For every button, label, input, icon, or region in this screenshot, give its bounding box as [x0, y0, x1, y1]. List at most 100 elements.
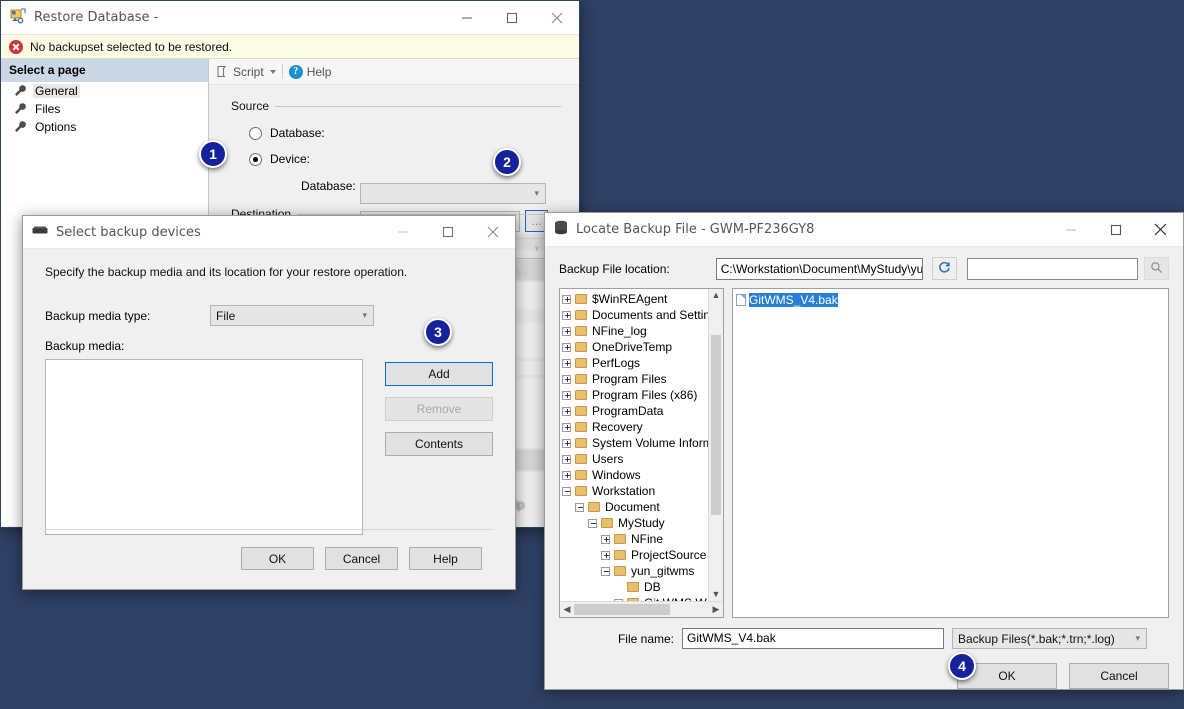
tree-node[interactable]: MyStudy: [562, 515, 708, 531]
tree-node[interactable]: Program Files (x86): [562, 387, 708, 403]
tree-node[interactable]: Program Files: [562, 371, 708, 387]
tree-node[interactable]: OneDriveTemp: [562, 339, 708, 355]
ok-button[interactable]: OK: [241, 547, 314, 570]
minimize-button[interactable]: [1048, 213, 1093, 246]
search-button[interactable]: [1144, 257, 1169, 280]
tree-node-label: PerfLogs: [592, 356, 641, 370]
tree-horizontal-scrollbar[interactable]: ◀ ▶: [560, 601, 723, 617]
file-filter-combo[interactable]: Backup Files(*.bak;*.trn;*.log) ▾: [952, 628, 1147, 649]
refresh-button[interactable]: [932, 257, 958, 280]
scroll-thumb[interactable]: [574, 604, 670, 615]
expand-icon[interactable]: [562, 454, 571, 464]
script-button[interactable]: Script: [215, 65, 264, 79]
search-input[interactable]: [967, 257, 1139, 280]
file-list-item[interactable]: GitWMS_V4.bak: [736, 292, 1165, 307]
toolbar-divider: [281, 64, 283, 79]
contents-button[interactable]: Contents: [385, 432, 493, 456]
tree-node[interactable]: yun_gitwms: [562, 563, 708, 579]
scroll-right-icon[interactable]: ▶: [709, 604, 723, 615]
wrench-icon: [13, 84, 27, 98]
tree-node[interactable]: $WinREAgent: [562, 291, 708, 307]
tree-node[interactable]: System Volume Inform: [562, 435, 708, 451]
expand-icon[interactable]: [601, 534, 610, 544]
source-database-row[interactable]: Database:: [231, 126, 561, 140]
folder-tree[interactable]: $WinREAgent Documents and Settin NFine_log…: [560, 289, 708, 601]
locate-backup-file-titlebar[interactable]: Locate Backup File - GWM-PF236GY8: [545, 213, 1183, 247]
source-group: Source Database: Device: Database:: [231, 99, 561, 193]
tree-node[interactable]: Workstation: [562, 483, 708, 499]
cancel-button[interactable]: Cancel: [1069, 663, 1169, 689]
group-divider: [275, 105, 561, 107]
file-name-input[interactable]: GitWMS_V4.bak: [682, 628, 944, 649]
tree-node[interactable]: DB: [562, 579, 708, 595]
scroll-down-icon[interactable]: ▼: [712, 588, 721, 601]
collapse-icon[interactable]: [562, 486, 571, 496]
scroll-up-icon[interactable]: ▲: [712, 289, 721, 302]
chevron-down-icon: ▾: [1135, 633, 1140, 643]
tree-node-label: DB: [644, 580, 661, 594]
folder-icon: [575, 310, 587, 320]
add-button[interactable]: Add: [385, 362, 493, 386]
help-button-label: Help: [433, 551, 458, 566]
tree-node-label: Program Files: [592, 372, 667, 386]
expand-icon[interactable]: [562, 358, 571, 368]
collapse-icon[interactable]: [575, 502, 584, 512]
restore-database-titlebar[interactable]: Restore Database -: [1, 1, 579, 35]
tree-node[interactable]: Users: [562, 451, 708, 467]
close-button[interactable]: [534, 1, 579, 34]
close-button[interactable]: [470, 216, 515, 249]
minimize-button[interactable]: [444, 1, 489, 34]
tree-vertical-scrollbar[interactable]: ▲ ▼: [708, 289, 723, 601]
maximize-button[interactable]: [425, 216, 470, 249]
sidebar-item-options-label: Options: [35, 120, 77, 134]
backup-media-label: Backup media:: [45, 339, 125, 353]
tree-node[interactable]: Windows: [562, 467, 708, 483]
source-database-radio[interactable]: [249, 126, 262, 140]
expand-icon[interactable]: [562, 390, 571, 400]
source-database-combo[interactable]: ▾: [360, 183, 546, 204]
tree-node[interactable]: NFine: [562, 531, 708, 547]
tree-node-label: ProgramData: [592, 404, 664, 418]
tree-node[interactable]: Document: [562, 499, 708, 515]
scroll-thumb[interactable]: [711, 335, 721, 515]
minimize-button[interactable]: [380, 216, 425, 249]
expand-icon[interactable]: [562, 326, 571, 336]
backup-file-location-input[interactable]: C:\Workstation\Document\MyStudy\yun_gitw…: [715, 257, 924, 280]
close-button[interactable]: [1138, 213, 1183, 246]
collapse-icon[interactable]: [601, 566, 610, 576]
expand-icon[interactable]: [562, 310, 571, 320]
expand-icon[interactable]: [562, 374, 571, 384]
sidebar-item-files[interactable]: Files: [1, 100, 208, 118]
source-device-radio[interactable]: [249, 152, 262, 166]
sidebar-item-general[interactable]: General: [1, 82, 208, 100]
expand-icon[interactable]: [601, 550, 610, 560]
select-backup-devices-titlebar[interactable]: Select backup devices: [23, 216, 515, 249]
backup-media-type-label: Backup media type:: [45, 308, 151, 323]
expand-icon[interactable]: [562, 294, 571, 304]
collapse-icon[interactable]: [588, 518, 597, 528]
cancel-button[interactable]: Cancel: [325, 547, 398, 570]
backup-media-type-combo[interactable]: File ▾: [210, 305, 374, 326]
expand-icon[interactable]: [562, 406, 571, 416]
tree-node[interactable]: NFine_log: [562, 323, 708, 339]
source-group-title: Source: [231, 99, 561, 113]
expand-icon[interactable]: [562, 422, 571, 432]
expand-icon[interactable]: [562, 470, 571, 480]
tree-node[interactable]: Documents and Settin: [562, 307, 708, 323]
expand-icon[interactable]: [562, 438, 571, 448]
expand-icon[interactable]: [562, 342, 571, 352]
chevron-down-icon[interactable]: [269, 69, 276, 74]
scroll-left-icon[interactable]: ◀: [560, 604, 574, 615]
help-button[interactable]: ? Help: [288, 64, 331, 79]
maximize-button[interactable]: [489, 1, 534, 34]
tree-node[interactable]: ProjectSource: [562, 547, 708, 563]
tree-node[interactable]: PerfLogs: [562, 355, 708, 371]
tree-node[interactable]: Recovery: [562, 419, 708, 435]
help-button[interactable]: Help: [409, 547, 482, 570]
step-badge-4: 4: [948, 652, 976, 680]
tree-node[interactable]: ProgramData: [562, 403, 708, 419]
backup-media-list[interactable]: [45, 359, 363, 535]
file-list-pane[interactable]: GitWMS_V4.bak: [732, 288, 1169, 618]
sidebar-item-options[interactable]: Options: [1, 118, 208, 136]
maximize-button[interactable]: [1093, 213, 1138, 246]
